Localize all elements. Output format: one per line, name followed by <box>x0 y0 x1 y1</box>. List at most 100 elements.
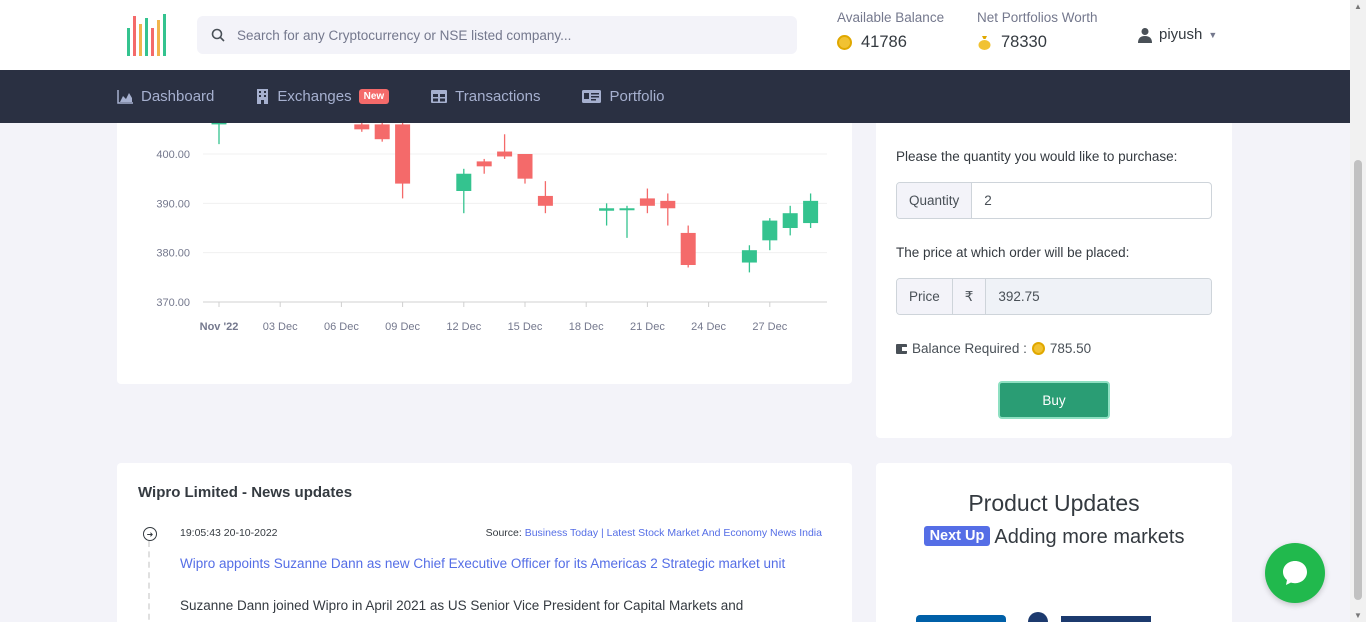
candle-body <box>803 200 819 224</box>
table-icon <box>431 90 448 103</box>
user-menu[interactable]: piyush ▼ <box>1138 26 1217 43</box>
candle-body <box>599 208 615 211</box>
candle[interactable] <box>741 245 757 273</box>
price-prompt: The price at which order will be placed: <box>896 245 1130 260</box>
x-tick-label: 18 Dec <box>569 321 604 333</box>
news-source: Source: Business Today | Latest Stock Ma… <box>486 527 822 539</box>
candle-body <box>639 198 655 206</box>
scroll-up-arrow-icon[interactable]: ▲ <box>1354 2 1362 11</box>
balance-required-label: Balance Required : <box>912 341 1027 356</box>
quantity-label: Quantity <box>897 183 973 218</box>
balance-required-value: 785.50 <box>1049 341 1092 356</box>
partner-logo <box>916 615 1006 622</box>
page-scrollbar[interactable]: ▲ ▼ <box>1350 0 1366 622</box>
app-logo[interactable] <box>126 14 172 56</box>
x-tick-label: 03 Dec <box>263 321 298 333</box>
candle-body <box>782 213 798 228</box>
search-input[interactable] <box>237 27 777 43</box>
candle-body <box>762 220 778 241</box>
nav-dashboard-label: Dashboard <box>141 88 215 105</box>
next-up-badge: Next Up <box>923 526 991 546</box>
scroll-thumb[interactable] <box>1354 160 1362 600</box>
x-tick-label: 27 Dec <box>752 321 787 333</box>
y-tick-label: 380.00 <box>156 248 190 260</box>
news-card: Wipro Limited - News updates ➜ 19:05:43 … <box>117 463 852 622</box>
nav-dashboard[interactable]: Dashboard <box>117 88 214 105</box>
x-tick-label: Nov '22 <box>200 321 239 333</box>
candle[interactable] <box>639 188 655 214</box>
news-source-link[interactable]: Business Today | Latest Stock Market And… <box>525 527 822 539</box>
candlestick-chart[interactable]: 400.00 390.00 380.00 370.00 Nov '22 03 Dec 06 … <box>117 90 852 384</box>
candle-body <box>537 195 553 206</box>
user-icon <box>1138 27 1152 43</box>
candle[interactable] <box>803 193 819 228</box>
x-tick-label: 21 Dec <box>630 321 665 333</box>
quantity-input[interactable]: 2 <box>972 183 1211 218</box>
candle[interactable] <box>211 119 227 145</box>
product-updates-title: Product Updates <box>968 490 1140 516</box>
nav-portfolio[interactable]: Portfolio <box>582 88 665 105</box>
y-tick-label: 390.00 <box>156 198 190 210</box>
candle[interactable] <box>660 193 676 226</box>
scroll-down-arrow-icon[interactable]: ▼ <box>1354 611 1362 620</box>
net-portfolio-worth: Net Portfolios Worth 78330 <box>977 10 1098 52</box>
net-portfolio-label: Net Portfolios Worth <box>977 10 1098 25</box>
x-tick-label: 09 Dec <box>385 321 420 333</box>
candle[interactable] <box>476 158 492 174</box>
quantity-prompt: Please the quantity you would like to pu… <box>896 149 1178 164</box>
product-update-line: Next Up Adding more markets <box>876 526 1232 549</box>
buy-button[interactable]: Buy <box>998 381 1110 419</box>
available-balance: Available Balance 41786 <box>837 10 944 52</box>
nav-exchanges[interactable]: Exchanges New <box>256 88 390 105</box>
candle[interactable] <box>395 121 411 199</box>
news-headline-link[interactable]: Wipro appoints Suzanne Dann as new Chief… <box>180 556 830 571</box>
net-portfolio-value: 78330 <box>1001 33 1047 51</box>
candle-body <box>517 154 533 179</box>
coin-icon <box>1031 342 1045 355</box>
candle-body <box>660 200 676 209</box>
candle[interactable] <box>497 134 513 159</box>
price-input-group: Price ₹ 392.75 <box>896 278 1212 315</box>
chat-button[interactable] <box>1265 543 1325 603</box>
quantity-input-group[interactable]: Quantity 2 <box>896 182 1212 219</box>
nav-transactions[interactable]: Transactions <box>431 88 540 105</box>
candle[interactable] <box>456 168 472 214</box>
candle-body <box>354 124 370 130</box>
rupee-symbol: ₹ <box>952 279 987 314</box>
candle[interactable] <box>517 154 533 184</box>
user-name: piyush <box>1159 26 1203 43</box>
buy-order-card: Please the quantity you would like to pu… <box>876 90 1232 438</box>
candle-body <box>680 232 696 265</box>
candle[interactable] <box>599 203 615 226</box>
price-chart-card: 400.00 390.00 380.00 370.00 Nov '22 03 Dec 06 … <box>117 90 852 384</box>
product-updates-card: Product Updates Next Up Adding more marke… <box>876 463 1232 622</box>
main-nav: Dashboard Exchanges New Transactions Por… <box>0 70 1350 123</box>
price-label: Price <box>897 279 953 314</box>
news-title: Wipro Limited - News updates <box>138 484 353 501</box>
nav-portfolio-label: Portfolio <box>609 88 665 105</box>
x-tick-label: 15 Dec <box>508 321 543 333</box>
news-time: 19:05:43 20-10-2022 <box>180 527 278 539</box>
candle[interactable] <box>537 181 553 214</box>
news-source-label: Source: <box>485 527 522 539</box>
y-tick-label: 370.00 <box>156 297 190 309</box>
search-icon <box>211 28 225 42</box>
candle-body <box>741 250 757 263</box>
price-input: 392.75 <box>986 279 1211 314</box>
x-tick-label: 24 Dec <box>691 321 726 333</box>
candle[interactable] <box>619 205 635 238</box>
candle[interactable] <box>782 205 798 236</box>
arrow-right-circle-icon: ➜ <box>143 527 157 541</box>
chat-icon <box>1283 561 1307 585</box>
search-bar[interactable] <box>197 16 797 54</box>
chart-area-icon <box>117 89 133 104</box>
news-body: Suzanne Dann joined Wipro in April 2021 … <box>180 598 744 613</box>
x-tick-label: 06 Dec <box>324 321 359 333</box>
wallet-icon <box>896 343 907 354</box>
building-icon <box>257 89 269 104</box>
candle[interactable] <box>680 225 696 268</box>
candle[interactable] <box>762 218 778 251</box>
available-balance-value: 41786 <box>861 33 907 51</box>
id-card-icon <box>582 90 602 103</box>
nav-transactions-label: Transactions <box>455 88 541 105</box>
